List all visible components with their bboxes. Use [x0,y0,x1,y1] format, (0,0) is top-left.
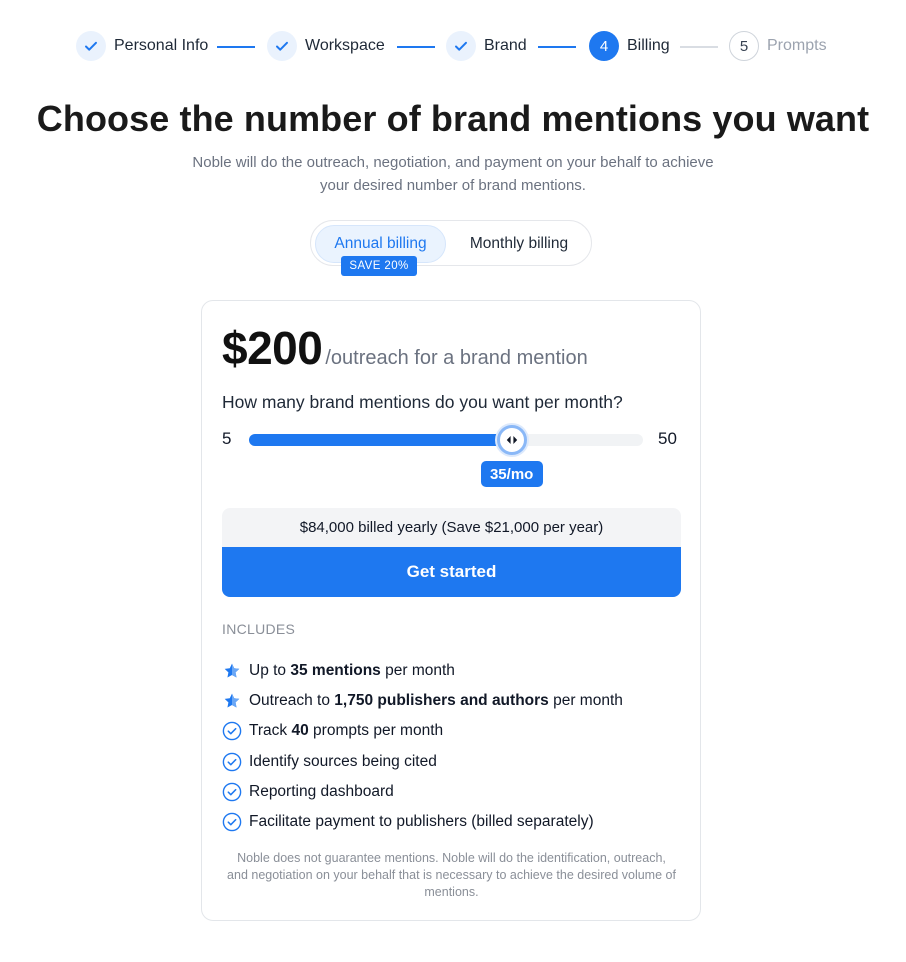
step-connector [217,46,255,48]
feature-item: Outreach to 1,750 publishers and authors… [222,686,623,716]
feature-text: Facilitate payment to publishers (billed… [249,813,594,831]
step-label: Billing [627,37,670,54]
step-number-badge: 4 [589,31,619,61]
step-label: Prompts [767,37,827,54]
onboarding-stepper: Personal Info Workspace Brand 4 Billing … [0,30,906,64]
billed-summary: $84,000 billed yearly (Save $21,000 per … [222,508,681,547]
slider-min-label: 5 [222,429,232,448]
check-circle-icon [222,812,242,832]
check-icon [446,31,476,61]
feature-text: Up to 35 mentions per month [249,662,455,680]
feature-text-part: Up to [249,662,291,680]
slider-value-tooltip: 35/mo [480,461,543,487]
monthly-billing-option[interactable]: Monthly billing [455,225,583,263]
page-subtitle: Noble will do the outreach, negotiation,… [192,154,714,194]
includes-heading: INCLUDES [222,621,296,637]
feature-text: Reporting dashboard [249,783,394,801]
star-icon [222,661,242,681]
step-label: Personal Info [114,37,209,54]
step-workspace[interactable]: Workspace [267,30,385,62]
page-title: Choose the number of brand mentions you … [36,98,870,139]
feature-text-part: prompts per month [308,722,444,740]
pricing-card: $200 /outreach for a brand mention How m… [201,300,701,921]
feature-text-part: Reporting dashboard [249,782,394,800]
feature-highlight: 1,750 publishers and authors [334,692,549,710]
step-connector [680,46,718,48]
drag-arrows-icon [506,436,517,444]
price-amount: $200 [222,322,323,374]
check-icon [76,31,106,61]
mentions-question: How many brand mentions do you want per … [222,392,623,412]
feature-text: Outreach to 1,750 publishers and authors… [249,692,623,710]
get-started-button[interactable]: Get started [222,547,681,597]
step-label: Brand [484,37,527,54]
star-icon [222,691,242,711]
step-personal-info[interactable]: Personal Info [76,30,208,62]
step-number-badge: 5 [729,31,759,61]
feature-highlight: 40 [291,722,309,740]
step-connector [538,46,576,48]
feature-item: Reporting dashboard [222,777,623,807]
price-unit: /outreach for a brand mention [325,347,588,369]
feature-item: Track 40 prompts per month [222,716,623,746]
feature-highlight: 35 mentions [290,662,381,680]
feature-text: Identify sources being cited [249,753,437,771]
feature-text-part: Identify sources being cited [249,752,437,770]
feature-text-part: per month [380,662,455,680]
disclaimer: Noble does not guarantee mentions. Noble… [227,851,676,899]
check-circle-icon [222,721,242,741]
mentions-slider-track[interactable] [249,434,643,446]
check-icon [267,31,297,61]
slider-thumb[interactable] [496,425,527,455]
step-brand[interactable]: Brand [446,30,527,62]
feature-text-part: Track [249,722,292,740]
step-connector [397,46,435,48]
feature-text-part: per month [548,692,623,710]
slider-fill [249,434,512,446]
feature-item: Identify sources being cited [222,747,623,777]
check-circle-icon [222,752,242,772]
save-badge: SAVE 20% [341,256,417,276]
check-circle-icon [222,782,242,802]
feature-text: Track 40 prompts per month [249,722,443,740]
step-billing[interactable]: 4 Billing [589,30,670,62]
step-label: Workspace [305,37,385,54]
feature-item: Facilitate payment to publishers (billed… [222,807,623,837]
feature-text-part: Outreach to [249,692,335,710]
features-list: Up to 35 mentions per month Outreach to 1… [222,656,623,837]
slider-max-label: 50 [658,429,677,448]
feature-text-part: Facilitate payment to publishers (billed… [249,813,594,831]
feature-item: Up to 35 mentions per month [222,656,623,686]
step-prompts[interactable]: 5 Prompts [729,30,827,62]
price: $200 /outreach for a brand mention [222,321,588,375]
